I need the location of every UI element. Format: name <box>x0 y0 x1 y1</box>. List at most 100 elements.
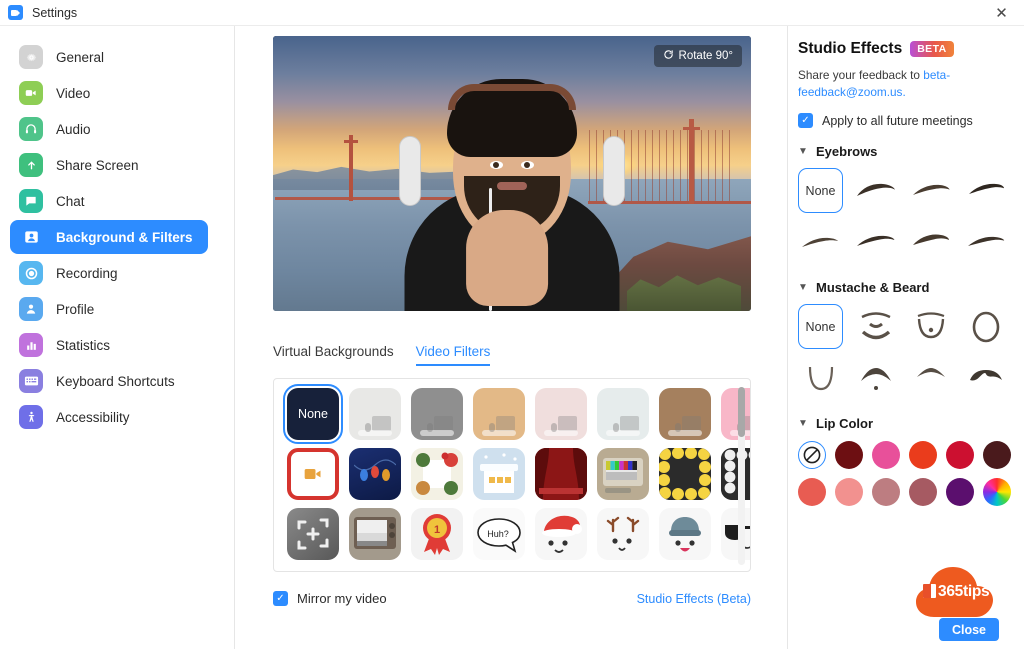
lip-color-deep-purple[interactable] <box>946 478 974 507</box>
close-icon[interactable]: ✕ <box>979 0 1024 26</box>
headset-icon <box>19 117 43 141</box>
filter-ash[interactable] <box>349 388 401 440</box>
studio-effects-link[interactable]: Studio Effects (Beta) <box>637 592 751 606</box>
sidebar-item-general[interactable]: General <box>10 40 208 74</box>
camera-icon <box>19 81 43 105</box>
filters-scrollbar-track[interactable] <box>738 387 745 565</box>
filter-beanie[interactable] <box>659 508 711 560</box>
lip-color-dark-maroon[interactable] <box>835 441 863 470</box>
eyebrow-option-6[interactable] <box>908 219 953 264</box>
video-preview: Rotate 90° <box>273 36 751 311</box>
preview-eye-left <box>489 160 503 169</box>
rotate-90-button[interactable]: Rotate 90° <box>653 45 742 67</box>
content-tabs: Virtual Backgrounds Video Filters <box>273 344 491 366</box>
filter-pearl-frame[interactable] <box>721 448 750 500</box>
tab-video-filters[interactable]: Video Filters <box>415 344 491 366</box>
filter-reindeer-antlers[interactable] <box>597 508 649 560</box>
chevron-down-icon: ▼ <box>798 282 808 294</box>
eyebrow-option-2[interactable] <box>908 168 953 213</box>
record-icon <box>19 261 43 285</box>
feedback-text: Share your feedback to beta-feedback@zoo… <box>798 67 1011 101</box>
filter-wreath[interactable] <box>411 448 463 500</box>
eyebrow-option-7[interactable] <box>963 219 1008 264</box>
beard-row: None <box>798 304 1024 350</box>
sidebar-item-accessibility[interactable]: Accessibility <box>10 400 208 434</box>
beard-none[interactable]: None <box>798 304 843 350</box>
lip-color-none[interactable] <box>798 441 826 470</box>
section-header-mustache-beard[interactable]: ▼ Mustache & Beard <box>798 280 1024 295</box>
person-card-icon <box>19 225 43 249</box>
rotate-90-label: Rotate 90° <box>678 50 733 62</box>
keyboard-icon <box>19 369 43 393</box>
preview-headphone-band <box>448 83 576 110</box>
beard-option-4[interactable] <box>798 355 843 400</box>
zoom-camera-icon <box>8 5 23 20</box>
section-header-eyebrows[interactable]: ▼ Eyebrows <box>798 144 1024 159</box>
lip-color-mauve[interactable] <box>909 478 937 507</box>
filter-huh-bubble[interactable]: Huh? <box>473 508 525 560</box>
eyebrow-option-1[interactable] <box>853 168 898 213</box>
filter-emoji-border[interactable] <box>659 448 711 500</box>
beard-option-2[interactable] <box>908 304 953 349</box>
lip-color-orange-red[interactable] <box>909 441 937 470</box>
lip-color-dusty-rose[interactable] <box>872 478 900 507</box>
filter-row <box>287 448 750 500</box>
filter-retro-tv[interactable] <box>597 448 649 500</box>
sidebar-item-video[interactable]: Video <box>10 76 208 110</box>
filter-rose[interactable] <box>721 388 750 440</box>
filter-sand[interactable] <box>473 388 525 440</box>
sidebar-item-background-filters[interactable]: Background & Filters <box>10 220 208 254</box>
eyebrows-grid: None <box>798 168 1024 264</box>
filter-holiday-frame[interactable] <box>287 448 339 500</box>
filter-sunglasses[interactable] <box>721 508 750 560</box>
lip-color-crimson[interactable] <box>946 441 974 470</box>
filter-number-one-medal[interactable]: 1 <box>411 508 463 560</box>
sidebar-item-audio[interactable]: Audio <box>10 112 208 146</box>
preview-headphone-right <box>603 135 625 206</box>
lip-color-light-pink[interactable] <box>835 478 863 507</box>
filter-mocha[interactable] <box>659 388 711 440</box>
sidebar-item-chat[interactable]: Chat <box>10 184 208 218</box>
filter-blush[interactable] <box>535 388 587 440</box>
lip-color-dark-brown[interactable] <box>983 441 1011 470</box>
beard-option-3[interactable] <box>963 304 1008 349</box>
beard-option-5[interactable] <box>853 355 898 400</box>
sidebar-item-share-screen[interactable]: Share Screen <box>10 148 208 182</box>
eyebrow-option-3[interactable] <box>963 168 1008 213</box>
apply-to-all-future-meetings-checkbox[interactable]: ✓ Apply to all future meetings <box>798 113 1024 129</box>
lip-color-hot-pink[interactable] <box>872 441 900 470</box>
tab-virtual-backgrounds[interactable]: Virtual Backgrounds <box>273 344 394 366</box>
lip-color-picker-wheel[interactable] <box>983 478 1011 507</box>
eyebrow-row: None <box>798 168 1024 214</box>
mirror-my-video-label: Mirror my video <box>297 591 387 606</box>
filter-focus-frame[interactable] <box>287 508 339 560</box>
filter-frost[interactable] <box>597 388 649 440</box>
lip-color-coral[interactable] <box>798 478 826 507</box>
eyebrow-option-5[interactable] <box>853 219 898 264</box>
beta-badge: BETA <box>910 41 954 57</box>
beard-option-7[interactable] <box>963 355 1008 400</box>
filter-slate[interactable] <box>411 388 463 440</box>
beard-option-1[interactable] <box>853 304 898 349</box>
checkbox-checked-icon: ✓ <box>273 591 288 606</box>
filters-scrollbar-thumb[interactable] <box>738 387 745 437</box>
eyebrow-option-4[interactable] <box>798 219 843 264</box>
gear-icon <box>19 45 43 69</box>
close-button[interactable]: Close <box>939 618 999 641</box>
filter-red-curtains[interactable] <box>535 448 587 500</box>
sidebar-item-label: Accessibility <box>56 409 130 425</box>
filter-vintage-tv[interactable] <box>349 508 401 560</box>
filter-santa-hat[interactable] <box>535 508 587 560</box>
sidebar-item-keyboard-shortcuts[interactable]: Keyboard Shortcuts <box>10 364 208 398</box>
filter-string-lights[interactable] <box>349 448 401 500</box>
mirror-my-video-checkbox[interactable]: ✓ Mirror my video <box>273 591 387 606</box>
beard-option-6[interactable] <box>908 355 953 400</box>
section-header-lip-color[interactable]: ▼ Lip Color <box>798 416 1024 431</box>
sidebar-item-profile[interactable]: Profile <box>10 292 208 326</box>
sidebar-item-recording[interactable]: Recording <box>10 256 208 290</box>
sidebar-item-statistics[interactable]: Statistics <box>10 328 208 362</box>
eyebrow-none[interactable]: None <box>798 168 843 214</box>
filter-none[interactable]: None <box>283 384 343 444</box>
svg-text:Huh?: Huh? <box>487 529 509 539</box>
filter-snow-house[interactable] <box>473 448 525 500</box>
